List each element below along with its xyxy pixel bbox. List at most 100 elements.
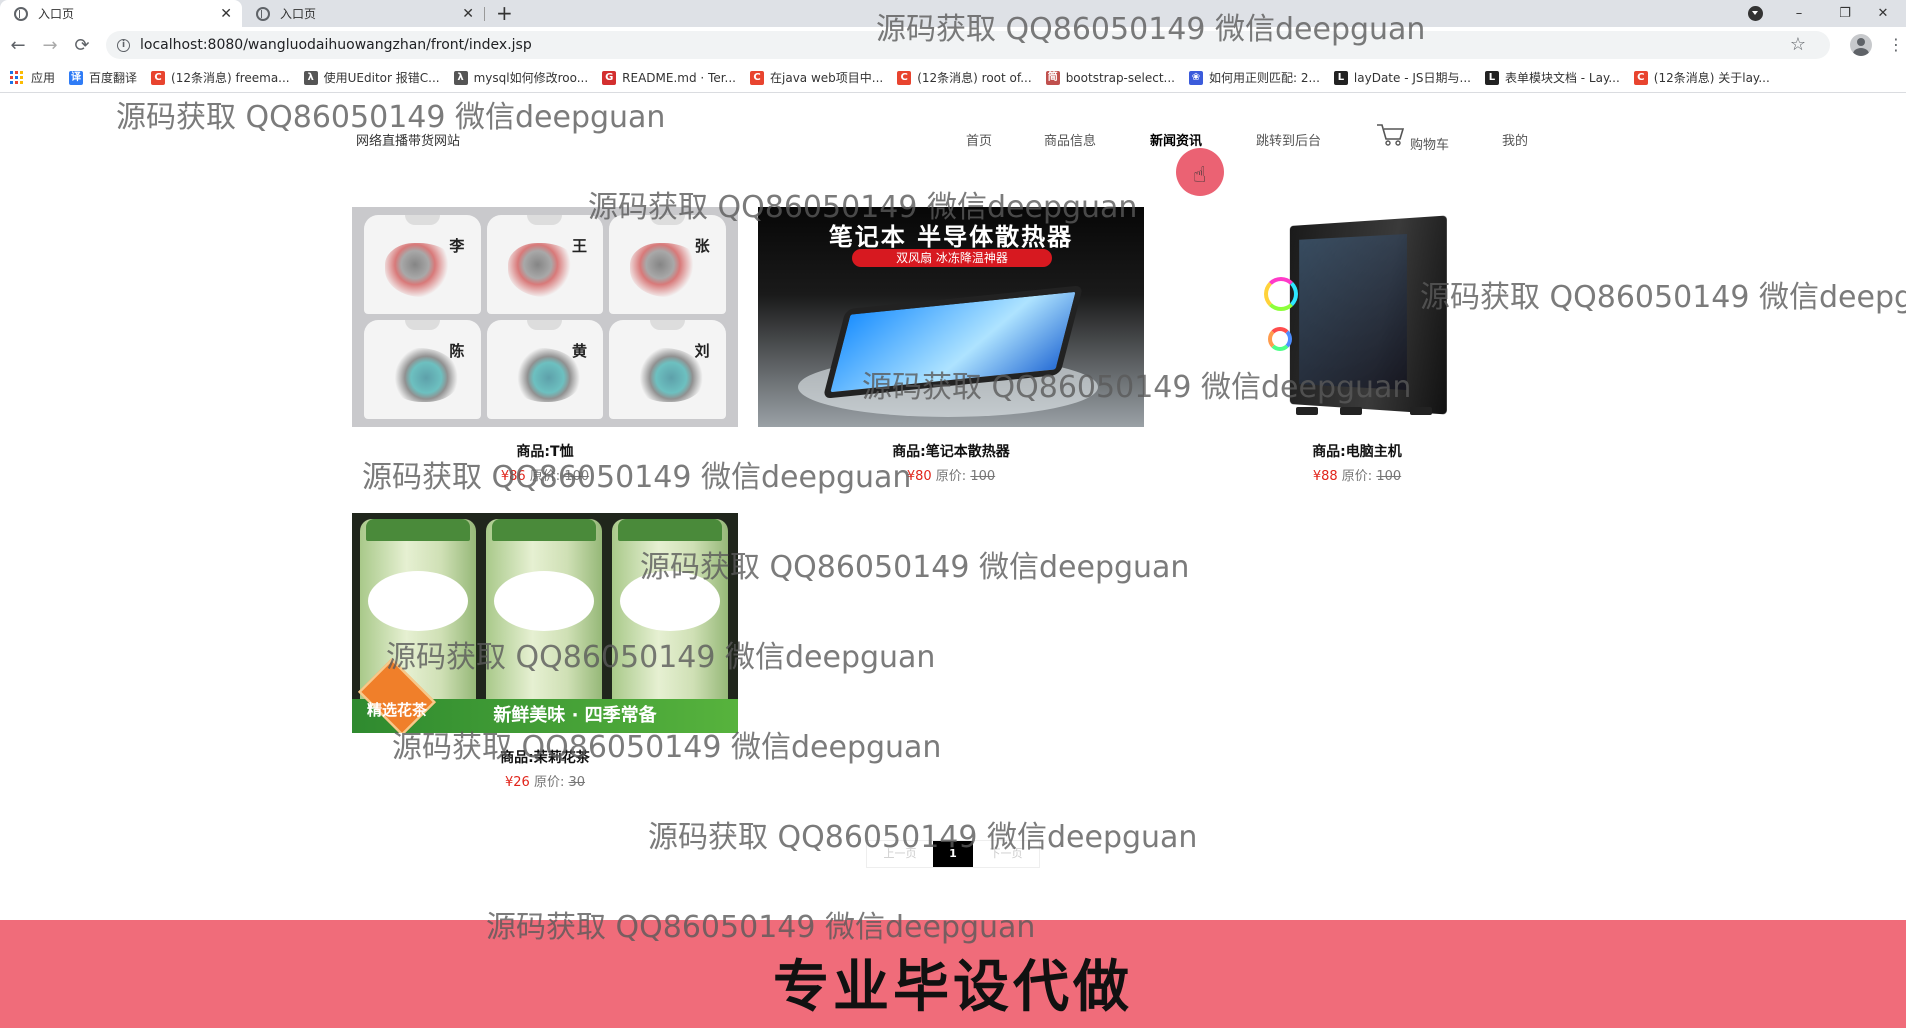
pc-foot-shape — [1340, 407, 1362, 415]
nav-item-admin[interactable]: 跳转到后台 — [1256, 130, 1321, 149]
minimize-button[interactable]: – — [1776, 0, 1822, 27]
bookmark-favicon-icon: λ — [303, 70, 318, 85]
bookmark-item[interactable]: L 表单模块文档 - Lay... — [1484, 69, 1620, 86]
current-price: ¥80 — [906, 469, 932, 484]
tea-jar-shape — [612, 519, 728, 719]
next-page-button[interactable]: 下一页 — [973, 841, 1039, 867]
product-price: ¥26 原价: 30 — [352, 771, 738, 790]
browser-tab-active[interactable]: 入口页 ✕ — [0, 0, 242, 27]
product-image-pc[interactable] — [1164, 207, 1550, 427]
bookmark-item[interactable]: LlayDate - JS日期与... — [1333, 69, 1471, 86]
bookmark-label: README.md · Ter... — [622, 70, 736, 85]
bookmark-label: 在java web项目中... — [770, 71, 884, 85]
url-text[interactable]: localhost:8080/wangluodaihuowangzhan/fro… — [140, 37, 532, 53]
bookmark-item[interactable]: λ 使用UEditor 报错C... — [303, 69, 440, 86]
image-subheadline: 双风扇 冰冻降温神器 — [852, 249, 1052, 267]
product-name[interactable]: 商品:茉莉花茶 — [352, 747, 738, 767]
bookmark-item[interactable]: λ mysql如何修改roo... — [453, 69, 588, 86]
tshirt-shape: 陈 — [364, 320, 481, 419]
image-badge-text: 精选花茶 — [366, 701, 427, 719]
product-name[interactable]: 商品:T恤 — [352, 441, 738, 461]
product-image-laptop-cooler[interactable]: 笔记本 半导体散热器 双风扇 冰冻降温神器 — [758, 207, 1144, 427]
tshirt-character: 张 — [694, 236, 710, 255]
product-image-jasmine-tea[interactable]: 新鲜美味 · 四季常备 精选花茶 — [352, 513, 738, 733]
original-price: 100 — [564, 469, 590, 484]
original-price-label: 原价: — [529, 469, 561, 484]
info-icon[interactable]: i — [117, 38, 130, 52]
product-name[interactable]: 商品:笔记本散热器 — [758, 441, 1144, 461]
account-avatar-icon[interactable] — [1850, 34, 1872, 56]
product-card-pc[interactable]: 商品:电脑主机 ¥88 原价: 100 — [1164, 207, 1550, 484]
current-price: ¥26 — [504, 775, 530, 790]
address-bar[interactable]: i localhost:8080/wangluodaihuowangzhan/f… — [106, 31, 1830, 59]
bookmark-item[interactable]: G README.md · Ter... — [602, 70, 736, 85]
tshirt-shape: 黄 — [486, 320, 604, 419]
shopping-cart-icon[interactable] — [1376, 123, 1406, 147]
original-price-label: 原价: — [533, 775, 565, 790]
product-card-jasmine-tea[interactable]: 新鲜美味 · 四季常备 精选花茶 商品:茉莉花茶 ¥26 原价: 30 — [352, 513, 738, 790]
tab-search-dropdown-icon[interactable] — [1748, 6, 1763, 21]
bookmark-label: (12条消息) 关于lay... — [1653, 71, 1770, 85]
nav-item-home[interactable]: 首页 — [966, 130, 992, 149]
bookmark-favicon-icon: C — [151, 70, 166, 85]
bookmark-favicon-icon: C — [1633, 70, 1648, 85]
globe-icon — [14, 6, 28, 21]
bookmark-item[interactable]: ❀ 如何用正则匹配: 2... — [1188, 69, 1320, 86]
product-price: ¥80 原价: 100 — [758, 465, 1144, 484]
bookmarks-bar: 应用译百度翻译 C (12条消息) freema... λ 使用UEditor 报错C.… — [0, 63, 1906, 93]
pc-foot-shape — [1410, 407, 1432, 415]
product-card-laptop-cooler[interactable]: 笔记本 半导体散热器 双风扇 冰冻降温神器 商品:笔记本散热器 ¥80 原价: … — [758, 207, 1144, 484]
forward-arrow-icon[interactable]: → — [38, 33, 62, 57]
original-price: 100 — [970, 469, 996, 484]
page-number-current[interactable]: 1 — [933, 841, 973, 867]
bookmark-item[interactable]: 简 bootstrap-select... — [1045, 70, 1175, 85]
original-price: 100 — [1376, 469, 1402, 484]
browser-tab[interactable]: 入口页 ✕ — [242, 0, 484, 27]
product-image-tshirt[interactable]: 李 王 张陈 黄 刘 — [352, 207, 738, 427]
tab-close-icon[interactable]: ✕ — [220, 6, 232, 22]
prev-page-button[interactable]: 上一页 — [867, 841, 933, 867]
new-tab-button[interactable]: + — [496, 1, 513, 25]
bookmark-favicon-icon: G — [602, 70, 617, 85]
bookmark-label: bootstrap-select... — [1065, 70, 1175, 85]
nav-item-mine[interactable]: 我的 — [1502, 130, 1528, 149]
bookmark-label: (12条消息) freema... — [171, 71, 290, 85]
product-name[interactable]: 商品:电脑主机 — [1164, 441, 1550, 461]
original-price-label: 原价: — [935, 469, 967, 484]
bookmark-item[interactable]: 译百度翻译 — [69, 69, 137, 86]
bookmark-item[interactable]: C (12条消息) root of... — [897, 69, 1032, 86]
tea-jar-shape — [486, 519, 602, 719]
tshirt-shape: 张 — [609, 215, 726, 314]
tab-title: 入口页 — [38, 7, 75, 21]
bookmark-star-icon[interactable]: ☆ — [1790, 34, 1806, 55]
back-arrow-icon[interactable]: ← — [6, 33, 30, 57]
globe-icon — [256, 6, 270, 21]
tshirt-character: 黄 — [571, 341, 587, 360]
tshirt-shape: 刘 — [609, 320, 726, 419]
bookmark-item[interactable]: C (12条消息) 关于lay... — [1633, 69, 1770, 86]
bookmark-label: (12条消息) root of... — [917, 71, 1032, 85]
bookmark-label: layDate - JS日期与... — [1353, 71, 1471, 85]
pc-foot-shape — [1296, 407, 1318, 415]
bookmark-label: 如何用正则匹配: 2... — [1208, 71, 1320, 85]
pagination: 上一页 1 下一页 — [866, 840, 1040, 868]
product-card-tshirt[interactable]: 李 王 张陈 黄 刘 商品:T恤 ¥86 原价: 100 — [352, 207, 738, 484]
nav-item-news[interactable]: 新闻资讯 — [1150, 130, 1202, 149]
browser-menu-icon[interactable]: ⋮ — [1888, 35, 1904, 55]
tshirt-shape: 王 — [486, 215, 604, 314]
image-headline: 笔记本 半导体散热器 — [828, 223, 1074, 251]
bookmark-item[interactable]: C (12条消息) freema... — [151, 69, 290, 86]
bookmark-item[interactable]: 应用 — [10, 69, 55, 86]
nav-item-products[interactable]: 商品信息 — [1044, 130, 1096, 149]
tab-close-icon[interactable]: ✕ — [462, 6, 474, 22]
window-close-button[interactable]: ✕ — [1860, 0, 1906, 27]
bookmark-label: 使用UEditor 报错C... — [323, 71, 440, 85]
current-price: ¥88 — [1312, 469, 1338, 484]
nav-item-cart[interactable]: 购物车 — [1410, 134, 1449, 153]
bookmark-item[interactable]: C 在java web项目中... — [750, 69, 883, 86]
tshirt-character: 陈 — [449, 341, 465, 360]
original-price: 30 — [568, 775, 586, 790]
current-price: ¥86 — [500, 469, 526, 484]
reload-icon[interactable]: ⟳ — [70, 33, 94, 57]
site-title[interactable]: 网络直播带货网站 — [356, 130, 460, 149]
